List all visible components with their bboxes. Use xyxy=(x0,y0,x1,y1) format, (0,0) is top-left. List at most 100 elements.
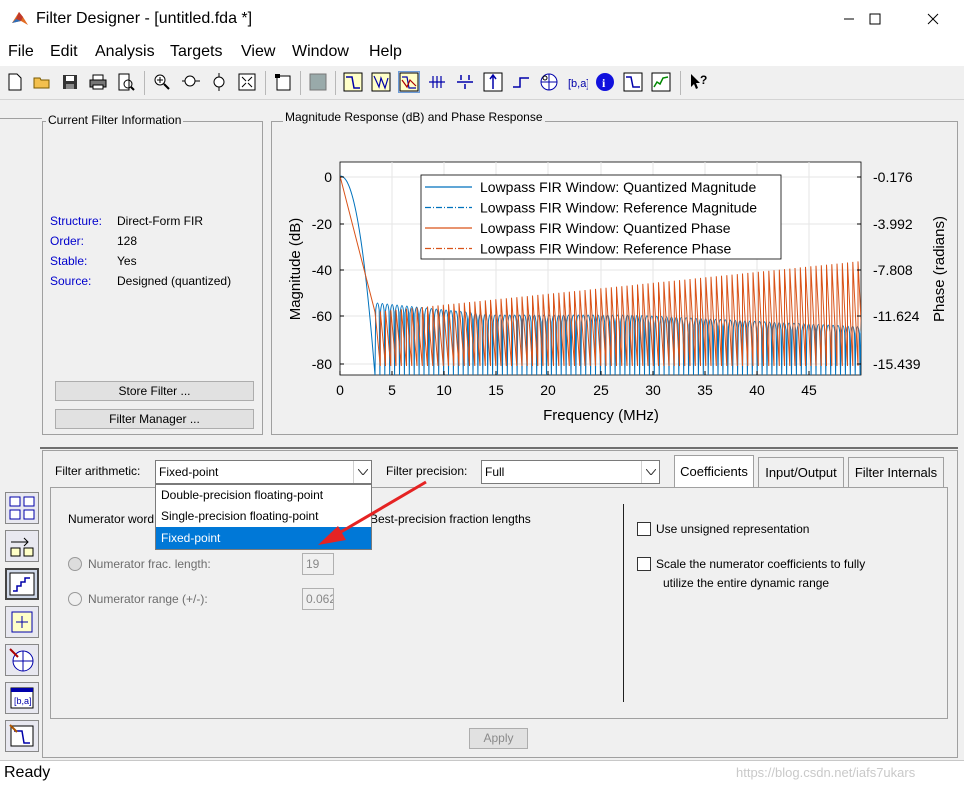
menu-analysis[interactable]: Analysis xyxy=(95,43,155,61)
new-figure-icon[interactable] xyxy=(272,71,294,93)
range-label: Numerator range (+/-): xyxy=(88,592,208,606)
watermark: https://blog.csdn.net/iafs7ukars xyxy=(736,765,916,780)
magnitude-estimate-icon[interactable] xyxy=(622,71,644,93)
print-icon[interactable] xyxy=(87,71,109,93)
panel-divider xyxy=(40,447,958,449)
y-tick-label: -60 xyxy=(312,308,332,324)
zoom-x-icon[interactable] xyxy=(180,71,202,93)
filter-manager-button[interactable]: Filter Manager ... xyxy=(55,409,254,429)
scale-coefficients-checkbox[interactable] xyxy=(637,557,651,571)
matlab-logo-icon xyxy=(12,12,28,25)
phase-response-icon[interactable] xyxy=(370,71,392,93)
x-tick-label: 5 xyxy=(388,382,396,398)
menu-window[interactable]: Window xyxy=(292,43,349,61)
magnitude-phase-response-icon[interactable] xyxy=(398,71,420,93)
design-filter-icon[interactable] xyxy=(5,720,39,752)
maximize-button[interactable] xyxy=(852,0,898,38)
group-delay-icon[interactable] xyxy=(426,71,448,93)
frac-length-radio[interactable] xyxy=(68,557,82,574)
realize-model-icon[interactable] xyxy=(5,492,39,524)
info-order-label: Order: xyxy=(50,234,85,248)
filter-precision-value: Full xyxy=(485,465,505,479)
step-response-icon[interactable] xyxy=(510,71,532,93)
y-tick-label: 0 xyxy=(324,169,332,185)
filter-info-icon[interactable]: i xyxy=(594,71,616,93)
menu-bar: File Edit Analysis Targets View Window H… xyxy=(0,38,964,66)
title-bar: Filter Designer - [untitled.fda *] xyxy=(0,0,964,38)
x-tick-label: 20 xyxy=(540,382,556,398)
y2-axis-ticks: -0.176 -3.992 -7.808 -11.624 -15.439 xyxy=(857,169,921,372)
annotation-arrow-icon xyxy=(318,480,427,545)
frac-length-label: Numerator frac. length: xyxy=(88,557,211,571)
y2-tick-label: -7.808 xyxy=(873,262,913,278)
y-axis-ticks: 0 -20 -40 -60 -80 xyxy=(312,169,344,372)
y2-axis-label: Phase (radians) xyxy=(931,216,948,322)
close-button[interactable] xyxy=(910,0,956,38)
y-tick-label: -40 xyxy=(312,262,332,278)
apply-button[interactable]: Apply xyxy=(469,728,528,749)
y2-tick-label: -11.624 xyxy=(873,308,920,324)
range-radio[interactable] xyxy=(68,592,82,609)
info-source-value: Designed (quantized) xyxy=(117,274,232,288)
menu-targets[interactable]: Targets xyxy=(170,43,222,61)
x-tick-label: 30 xyxy=(645,382,661,398)
zoom-in-icon[interactable] xyxy=(151,71,173,93)
numerator-word-length-label: Numerator word xyxy=(68,512,155,526)
tab-coefficients[interactable]: Coefficients xyxy=(674,455,754,487)
new-file-icon[interactable] xyxy=(4,71,26,93)
filter-coefficients-icon[interactable]: [b,a] xyxy=(566,71,588,93)
multirate-design-icon[interactable] xyxy=(5,606,39,638)
menu-help[interactable]: Help xyxy=(369,43,402,61)
frac-length-input[interactable]: 19 xyxy=(302,553,334,575)
full-view-icon[interactable] xyxy=(236,71,258,93)
y-axis-label: Magnitude (dB) xyxy=(287,218,304,321)
filter-arithmetic-label: Filter arithmetic: xyxy=(55,464,141,478)
save-icon[interactable] xyxy=(59,71,81,93)
filter-precision-select[interactable]: Full xyxy=(481,460,660,484)
unsigned-label: Use unsigned representation xyxy=(656,522,810,536)
tab-filter-internals[interactable]: Filter Internals xyxy=(848,457,944,487)
x-tick-label: 15 xyxy=(488,382,504,398)
design-mode-icon[interactable] xyxy=(307,71,329,93)
toolbar-separator xyxy=(265,71,266,95)
scale-label-line2: utilize the entire dynamic range xyxy=(663,576,830,590)
magnitude-phase-plot: 0-20-40-60-80 -0.176-3.992-7.808-11.624-… xyxy=(287,161,948,424)
magnitude-response-icon[interactable] xyxy=(342,71,364,93)
whats-this-help-icon[interactable]: ? xyxy=(687,71,709,93)
toolbar-separator xyxy=(335,71,336,95)
import-filter-icon[interactable]: [b,a] xyxy=(5,682,39,714)
x-tick-label: 40 xyxy=(749,382,765,398)
svg-text:[b,a]: [b,a] xyxy=(568,78,588,90)
open-folder-icon[interactable] xyxy=(31,71,53,93)
left-divider xyxy=(0,118,42,119)
transform-filter-icon[interactable] xyxy=(5,530,39,562)
toolbar-separator xyxy=(144,71,145,95)
pole-zero-editor-icon[interactable] xyxy=(5,644,39,676)
pole-zero-plot-icon[interactable] xyxy=(538,71,560,93)
chevron-down-icon[interactable] xyxy=(641,461,659,483)
menu-view[interactable]: View xyxy=(241,43,275,61)
print-preview-icon[interactable] xyxy=(115,71,137,93)
menu-edit[interactable]: Edit xyxy=(50,43,78,61)
unsigned-checkbox[interactable] xyxy=(637,522,651,536)
legend-entry: Lowpass FIR Window: Reference Magnitude xyxy=(480,200,757,216)
set-quantization-icon[interactable] xyxy=(5,568,39,600)
info-stable-label: Stable: xyxy=(50,254,88,268)
impulse-response-icon[interactable] xyxy=(482,71,504,93)
status-text: Ready xyxy=(4,764,51,781)
x-axis-label: Frequency (MHz) xyxy=(543,407,659,424)
tab-input-output[interactable]: Input/Output xyxy=(758,457,844,487)
x-tick-label: 45 xyxy=(801,382,817,398)
phase-delay-icon[interactable] xyxy=(454,71,476,93)
round-off-noise-icon[interactable] xyxy=(650,71,672,93)
legend-entry: Lowpass FIR Window: Quantized Phase xyxy=(480,220,731,236)
info-structure-value: Direct-Form FIR xyxy=(117,214,203,228)
range-input[interactable]: 0.062 xyxy=(302,588,334,610)
zoom-y-icon[interactable] xyxy=(208,71,230,93)
info-structure-label: Structure: xyxy=(50,214,103,228)
toolbar-separator xyxy=(680,71,681,95)
svg-text:?: ? xyxy=(700,73,707,87)
x-tick-label: 25 xyxy=(593,382,609,398)
store-filter-button[interactable]: Store Filter ... xyxy=(55,381,254,401)
menu-file[interactable]: File xyxy=(8,43,34,61)
